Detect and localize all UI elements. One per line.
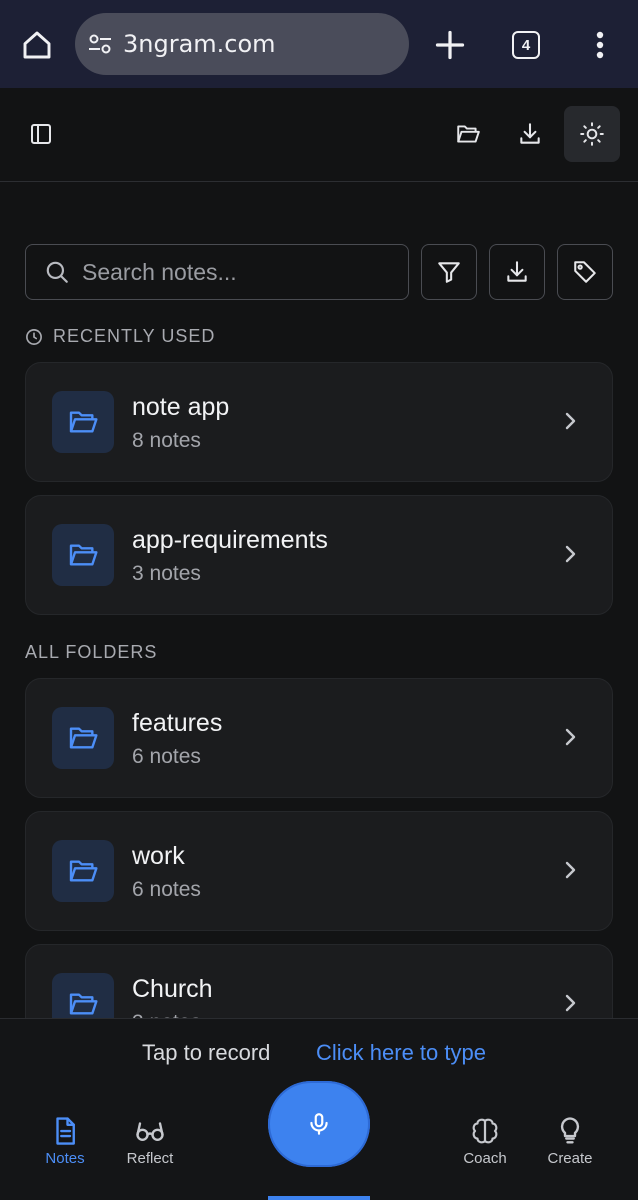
tab-switcher-button[interactable]: 4 bbox=[503, 22, 549, 68]
plus-icon bbox=[435, 30, 465, 60]
folder-note-count: 6 notes bbox=[132, 878, 201, 901]
folder-card[interactable]: work 6 notes bbox=[25, 811, 613, 931]
address-bar[interactable]: 3ngram.com bbox=[75, 13, 409, 75]
tap-to-record-label: Tap to record bbox=[142, 1040, 271, 1065]
search-icon bbox=[46, 261, 68, 283]
search-box[interactable] bbox=[25, 244, 409, 300]
chevron-right-icon bbox=[565, 545, 576, 563]
folder-card[interactable]: features 6 notes bbox=[25, 678, 613, 798]
filter-icon bbox=[438, 262, 460, 283]
folder-card[interactable]: note app 8 notes bbox=[25, 362, 613, 482]
recent-section-header: RECENTLY USED bbox=[25, 326, 215, 347]
notes-icon bbox=[56, 1117, 75, 1145]
folder-name: work bbox=[132, 842, 185, 870]
more-vertical-icon bbox=[596, 31, 604, 59]
folder-note-count: 6 notes bbox=[132, 745, 201, 768]
nav-label: Notes bbox=[45, 1150, 85, 1167]
nav-reflect[interactable]: Reflect bbox=[110, 1116, 190, 1167]
tags-button[interactable] bbox=[557, 244, 613, 300]
brain-icon bbox=[472, 1118, 498, 1144]
download-button[interactable] bbox=[502, 106, 558, 162]
recent-section-label: RECENTLY USED bbox=[53, 326, 216, 346]
nav-notes[interactable]: Notes bbox=[25, 1116, 105, 1167]
home-button[interactable] bbox=[14, 22, 60, 68]
folder-icon-box bbox=[52, 707, 114, 769]
folder-card[interactable]: app-requirements 3 notes bbox=[25, 495, 613, 615]
sidebar-icon bbox=[31, 124, 51, 144]
all-folders-section-header: ALL FOLDERS bbox=[25, 642, 157, 663]
tab-count: 4 bbox=[512, 31, 540, 59]
toggle-sidebar-button[interactable] bbox=[13, 106, 69, 162]
nav-create[interactable]: Create bbox=[530, 1116, 610, 1167]
nav-label: Reflect bbox=[126, 1150, 174, 1167]
folder-name: features bbox=[132, 709, 223, 737]
sun-icon bbox=[580, 122, 604, 146]
nav-label: Coach bbox=[463, 1150, 507, 1167]
open-folder-button[interactable] bbox=[440, 106, 496, 162]
folder-icon-box bbox=[52, 391, 114, 453]
export-button[interactable] bbox=[489, 244, 545, 300]
lightbulb-icon bbox=[560, 1117, 580, 1144]
tag-icon bbox=[574, 261, 596, 283]
folder-open-icon bbox=[69, 544, 98, 566]
folder-icon-box bbox=[52, 524, 114, 586]
site-settings-icon[interactable] bbox=[87, 31, 113, 57]
folder-note-count: 3 notes bbox=[132, 562, 201, 585]
folder-name: app-requirements bbox=[132, 526, 328, 554]
download-icon bbox=[520, 123, 540, 144]
chevron-right-icon bbox=[565, 994, 576, 1012]
folder-open-icon bbox=[69, 860, 98, 882]
filter-button[interactable] bbox=[421, 244, 477, 300]
browser-menu-button[interactable] bbox=[582, 22, 618, 68]
url-text[interactable]: 3ngram.com bbox=[123, 30, 276, 58]
folder-open-icon bbox=[69, 727, 98, 749]
chevron-right-icon bbox=[565, 412, 576, 430]
folder-open-icon bbox=[457, 125, 480, 143]
folder-icon-box bbox=[52, 840, 114, 902]
nav-coach[interactable]: Coach bbox=[445, 1116, 525, 1167]
home-icon bbox=[23, 31, 51, 59]
theme-toggle-button[interactable] bbox=[564, 106, 620, 162]
all-folders-section-label: ALL FOLDERS bbox=[25, 642, 158, 662]
folder-open-icon bbox=[69, 993, 98, 1015]
click-to-type-link[interactable]: Click here to type bbox=[316, 1040, 486, 1066]
record-button-indicator bbox=[268, 1196, 370, 1200]
record-button[interactable] bbox=[268, 1081, 370, 1167]
search-input[interactable] bbox=[82, 258, 382, 286]
folder-note-count: 8 notes bbox=[132, 429, 201, 452]
clock-icon bbox=[26, 328, 42, 345]
folder-name: Church bbox=[132, 975, 213, 1003]
app-toolbar bbox=[0, 88, 638, 182]
folder-open-icon bbox=[69, 411, 98, 433]
nav-label: Create bbox=[547, 1150, 593, 1167]
glasses-icon bbox=[136, 1122, 164, 1141]
microphone-icon bbox=[310, 1113, 328, 1135]
download-icon bbox=[507, 261, 527, 282]
chevron-right-icon bbox=[565, 861, 576, 879]
browser-toolbar: 3ngram.com 4 bbox=[0, 0, 638, 88]
new-tab-button[interactable] bbox=[427, 22, 473, 68]
folder-name: note app bbox=[132, 393, 230, 421]
chevron-right-icon bbox=[565, 728, 576, 746]
